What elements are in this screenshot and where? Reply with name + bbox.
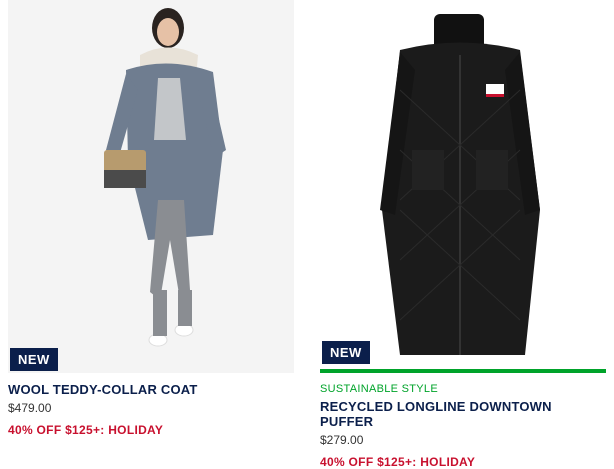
new-badge: NEW xyxy=(10,348,58,371)
product-info: SUSTAINABLE STYLE RECYCLED LONGLINE DOWN… xyxy=(320,373,606,469)
product-card-wool-coat[interactable]: NEW WOOL TEDDY-COLLAR COAT $479.00 40% O… xyxy=(8,0,294,437)
model-in-grey-coat-illustration xyxy=(8,0,294,373)
promo-text: 40% OFF $125+: HOLIDAY xyxy=(320,455,476,469)
new-badge: NEW xyxy=(322,341,370,364)
product-image-puffer[interactable]: NEW xyxy=(320,0,606,373)
promo-text: 40% OFF $125+: HOLIDAY xyxy=(8,423,164,437)
product-price: $279.00 xyxy=(320,433,364,447)
product-image-wool-coat[interactable]: NEW xyxy=(8,0,294,373)
sustainable-style-label: SUSTAINABLE STYLE xyxy=(320,383,438,395)
product-title[interactable]: WOOL TEDDY-COLLAR COAT xyxy=(8,382,294,397)
black-puffer-coat-illustration xyxy=(320,0,606,369)
product-card-puffer[interactable]: NEW SUSTAINABLE STYLE RECYCLED LONGLINE … xyxy=(320,0,606,469)
product-price: $479.00 xyxy=(8,401,52,415)
product-title[interactable]: RECYCLED LONGLINE DOWNTOWN PUFFER xyxy=(320,399,606,429)
product-grid: NEW WOOL TEDDY-COLLAR COAT $479.00 40% O… xyxy=(0,0,614,469)
product-info: WOOL TEDDY-COLLAR COAT $479.00 40% OFF $… xyxy=(8,373,294,437)
